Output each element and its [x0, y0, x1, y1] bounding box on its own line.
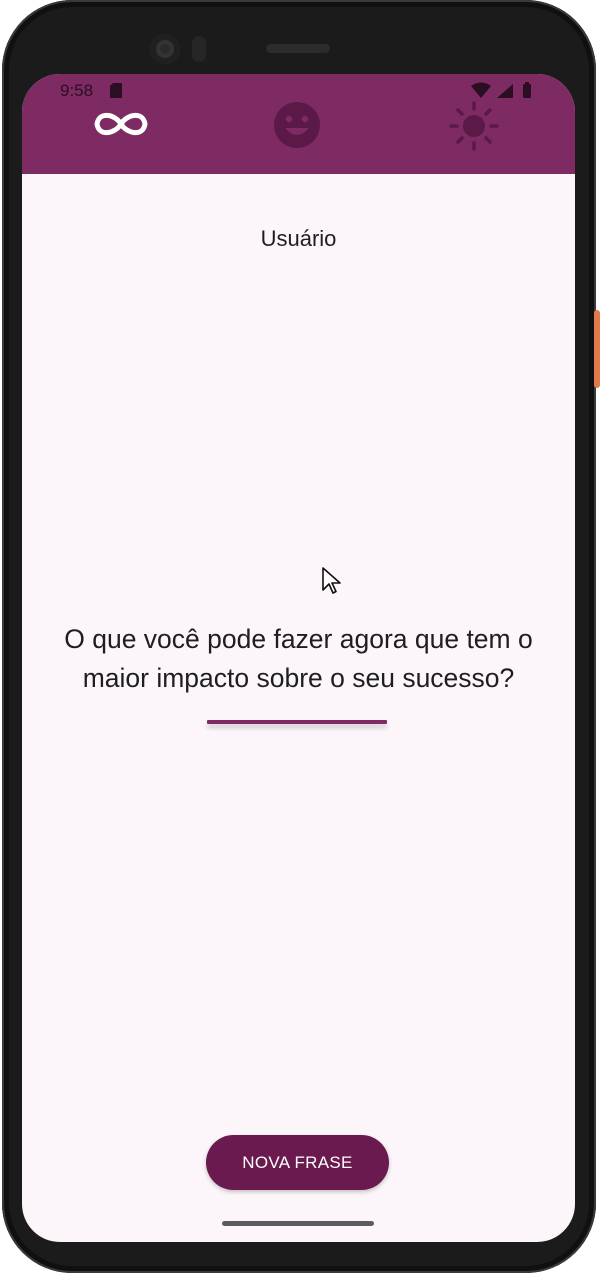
earpiece-speaker — [266, 44, 330, 53]
mood-button[interactable] — [272, 100, 322, 150]
status-time: 9:58 — [60, 81, 94, 100]
proximity-sensor — [192, 36, 206, 62]
infinity-icon — [94, 112, 148, 136]
status-icons — [471, 82, 531, 98]
phone-device: 9:58 Usuário O que você pode fazer agora… — [0, 0, 600, 1275]
app-bar: 9:58 — [22, 74, 575, 174]
username-label: Usuário — [260, 226, 337, 251]
power-button — [594, 310, 600, 388]
mouse-cursor-icon — [322, 567, 341, 594]
theme-toggle-button[interactable] — [448, 100, 500, 152]
home-indicator[interactable] — [222, 1221, 374, 1226]
front-camera — [150, 34, 180, 64]
infinity-button[interactable] — [90, 106, 152, 142]
sd-card-icon — [110, 83, 122, 98]
app-screen: 9:58 Usuário O que você pode fazer agora… — [22, 74, 575, 1242]
battery-icon — [523, 84, 531, 98]
quote-divider — [207, 720, 387, 724]
wifi-icon — [471, 82, 491, 98]
new-phrase-button[interactable]: NOVA FRASE — [206, 1135, 389, 1190]
quote-text: O que você pode fazer agora que tem o ma… — [64, 624, 533, 693]
sun-icon — [449, 101, 499, 151]
signal-icon — [497, 84, 513, 98]
smiley-face-icon — [274, 102, 320, 148]
